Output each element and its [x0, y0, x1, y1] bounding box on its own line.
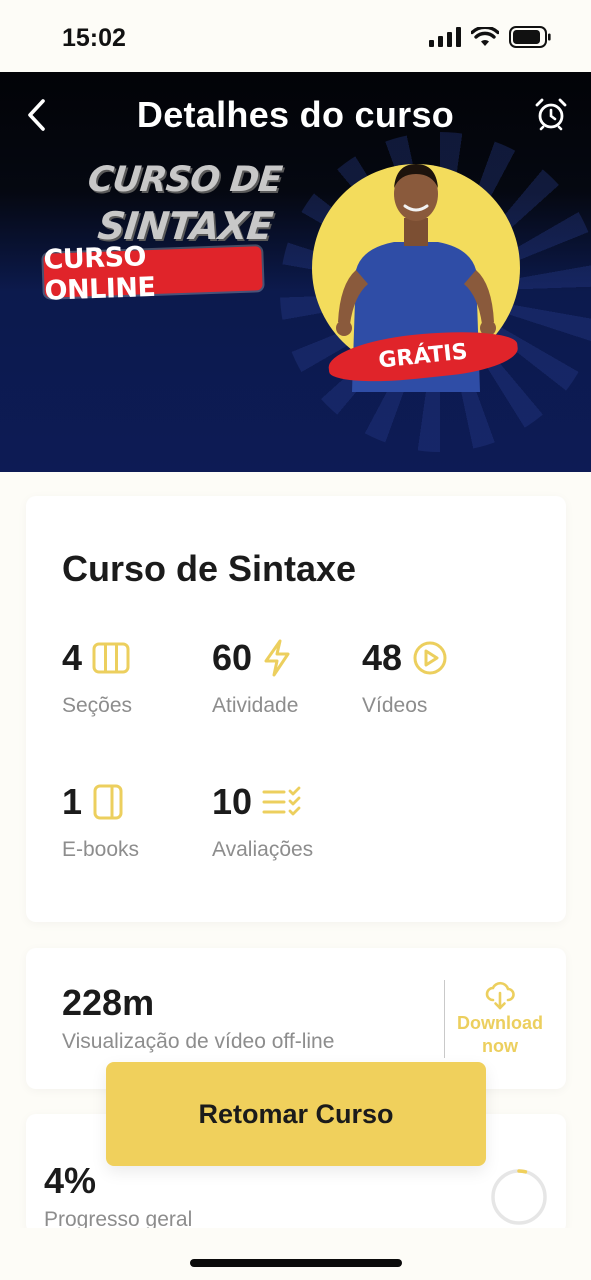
status-bar: 15:02	[0, 0, 591, 72]
lightning-icon	[264, 639, 290, 677]
wifi-icon	[471, 27, 499, 46]
stat-activities: 60 Atividade	[212, 636, 362, 718]
battery-icon	[509, 26, 551, 48]
progress-value: 4%	[44, 1160, 97, 1201]
course-banner: CURSO DE SINTAXE CURSO ONLINE GRÁTIS Det…	[0, 72, 591, 472]
divider	[444, 980, 445, 1058]
page-title: Detalhes do curso	[136, 94, 455, 135]
home-indicator	[190, 1259, 402, 1267]
cloud-download-icon	[485, 981, 515, 1010]
stat-ebooks: 1 E-books	[62, 780, 212, 862]
status-time: 15:02	[62, 24, 126, 52]
stat-label: Vídeos	[362, 694, 428, 717]
stat-label: Atividade	[212, 694, 299, 717]
course-title: Curso de Sintaxe	[62, 548, 357, 589]
banner-line1: CURSO DE	[85, 160, 284, 200]
top-nav: Detalhes do curso	[0, 72, 591, 158]
stat-value: 4	[62, 637, 83, 678]
download-now-button[interactable]: Download now	[450, 980, 550, 1060]
stat-label: E-books	[62, 838, 140, 861]
alarm-clock-icon	[535, 98, 567, 131]
offline-time-value: 228m	[62, 982, 155, 1023]
status-icons	[429, 26, 551, 48]
stat-videos: 48 Vídeos	[362, 636, 512, 718]
stat-label: Seções	[62, 694, 133, 717]
stat-value: 60	[212, 637, 253, 678]
resume-course-button[interactable]: Retomar Curso	[106, 1062, 486, 1166]
play-circle-icon	[413, 641, 447, 675]
stat-label: Avaliações	[212, 838, 314, 861]
stat-sections: 4 Seções	[62, 636, 212, 718]
stat-assessments: 10 Avaliações	[212, 780, 362, 862]
stat-value: 10	[212, 781, 253, 822]
course-summary-card: Curso de Sintaxe 4 Seções 60 Atividade 4…	[26, 496, 566, 922]
bottom-safe-area	[0, 1228, 591, 1280]
signal-icon	[429, 27, 461, 47]
checklist-icon	[262, 786, 301, 816]
banner-ribbon: CURSO ONLINE	[43, 241, 263, 307]
offline-time-label: Visualização de vídeo off-line	[62, 1030, 335, 1053]
progress-ring	[491, 1169, 547, 1225]
reminder-button[interactable]	[531, 94, 571, 134]
stat-value: 1	[62, 781, 83, 822]
columns-icon	[92, 642, 130, 674]
download-now-label: Download now	[457, 1013, 543, 1056]
book-icon	[93, 784, 123, 820]
stat-value: 48	[362, 637, 403, 678]
